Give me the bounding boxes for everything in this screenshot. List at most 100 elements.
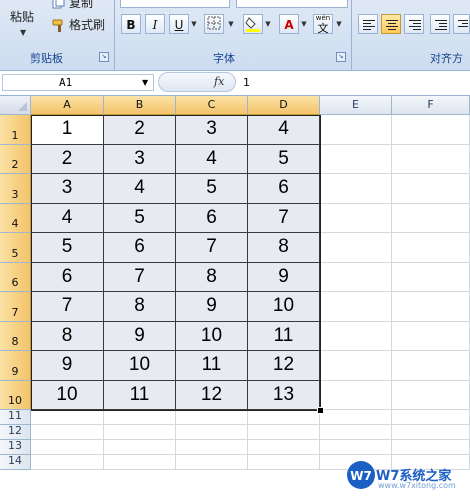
decrease-indent-button[interactable] xyxy=(430,14,450,34)
cell-e7[interactable] xyxy=(320,292,392,322)
cell-e5[interactable] xyxy=(320,233,392,263)
cell-f5[interactable] xyxy=(392,233,470,263)
cell-b4[interactable]: 5 xyxy=(104,204,176,233)
row-header-8[interactable]: 8 xyxy=(0,322,31,351)
cell-d12[interactable] xyxy=(248,425,320,440)
row-header-11[interactable]: 11 xyxy=(0,409,31,425)
phonetic-button[interactable]: wén 文 xyxy=(313,14,333,35)
cell-f7[interactable] xyxy=(392,292,470,322)
name-box-dropdown-icon[interactable]: ▼ xyxy=(142,78,148,87)
cell-a7[interactable]: 7 xyxy=(31,292,104,322)
row-header-6[interactable]: 6 xyxy=(0,263,31,292)
cell-b3[interactable]: 4 xyxy=(104,174,176,204)
cell-f2[interactable] xyxy=(392,145,470,174)
cell-f10[interactable] xyxy=(392,381,470,410)
row-header-14[interactable]: 14 xyxy=(0,454,31,470)
cell-c13[interactable] xyxy=(176,440,248,455)
cell-d8[interactable]: 11 xyxy=(248,322,320,351)
cell-a13[interactable] xyxy=(31,440,104,455)
font-size-combo[interactable] xyxy=(236,0,348,8)
cell-b7[interactable]: 8 xyxy=(104,292,176,322)
cell-d9[interactable]: 12 xyxy=(248,351,320,381)
cell-f4[interactable] xyxy=(392,204,470,233)
cell-e10[interactable] xyxy=(320,381,392,410)
cell-e8[interactable] xyxy=(320,322,392,351)
row-header-3[interactable]: 3 xyxy=(0,174,31,204)
row-header-1[interactable]: 1 xyxy=(0,115,31,145)
row-header-5[interactable]: 5 xyxy=(0,233,31,263)
row-header-13[interactable]: 13 xyxy=(0,439,31,455)
font-color-button[interactable]: A xyxy=(279,14,299,34)
select-all-button[interactable] xyxy=(0,96,31,115)
fill-color-dropdown-icon[interactable]: ▼ xyxy=(263,14,273,34)
cell-d1[interactable]: 4 xyxy=(248,115,320,145)
cell-a14[interactable] xyxy=(31,455,104,470)
formula-input[interactable]: 1 xyxy=(237,74,468,91)
cell-e12[interactable] xyxy=(320,425,392,440)
cell-a5[interactable]: 5 xyxy=(31,233,104,263)
underline-dropdown-icon[interactable]: ▼ xyxy=(189,14,199,34)
column-header-f[interactable]: F xyxy=(392,96,470,115)
cell-d11[interactable] xyxy=(248,410,320,425)
underline-button[interactable]: U xyxy=(169,14,189,34)
cell-d3[interactable]: 6 xyxy=(248,174,320,204)
cell-a10[interactable]: 10 xyxy=(31,381,104,410)
row-header-12[interactable]: 12 xyxy=(0,424,31,440)
cell-f11[interactable] xyxy=(392,410,470,425)
border-button[interactable] xyxy=(204,14,224,34)
cell-a6[interactable]: 6 xyxy=(31,263,104,292)
cell-b9[interactable]: 10 xyxy=(104,351,176,381)
cell-c12[interactable] xyxy=(176,425,248,440)
format-painter-button[interactable]: 格式刷 xyxy=(52,16,105,33)
cell-d10[interactable]: 13 xyxy=(248,381,320,410)
font-launcher-icon[interactable]: ↘ xyxy=(336,52,346,62)
cell-b5[interactable]: 6 xyxy=(104,233,176,263)
font-name-combo[interactable] xyxy=(120,0,230,8)
paste-button[interactable]: 粘贴 xyxy=(10,8,34,25)
cell-b13[interactable] xyxy=(104,440,176,455)
column-header-e[interactable]: E xyxy=(320,96,392,115)
cell-a12[interactable] xyxy=(31,425,104,440)
align-center-button[interactable] xyxy=(381,14,401,34)
phonetic-dropdown-icon[interactable]: ▼ xyxy=(334,14,344,34)
cell-b6[interactable]: 7 xyxy=(104,263,176,292)
cell-b11[interactable] xyxy=(104,410,176,425)
paste-dropdown-icon[interactable]: ▼ xyxy=(20,28,26,37)
row-header-7[interactable]: 7 xyxy=(0,292,31,322)
cell-e6[interactable] xyxy=(320,263,392,292)
copy-button[interactable]: 复制 xyxy=(52,0,93,11)
cell-a9[interactable]: 9 xyxy=(31,351,104,381)
cell-c1[interactable]: 3 xyxy=(176,115,248,145)
fill-handle[interactable] xyxy=(317,407,324,414)
increase-indent-button[interactable] xyxy=(453,14,470,34)
cell-b12[interactable] xyxy=(104,425,176,440)
formula-bar-divider[interactable] xyxy=(158,72,236,92)
cell-f12[interactable] xyxy=(392,425,470,440)
cell-c11[interactable] xyxy=(176,410,248,425)
cell-f8[interactable] xyxy=(392,322,470,351)
cell-b14[interactable] xyxy=(104,455,176,470)
cell-f9[interactable] xyxy=(392,351,470,381)
row-header-9[interactable]: 9 xyxy=(0,351,31,381)
cell-b8[interactable]: 9 xyxy=(104,322,176,351)
name-box[interactable]: A1 xyxy=(2,74,154,91)
cell-f13[interactable] xyxy=(392,440,470,455)
cell-c4[interactable]: 6 xyxy=(176,204,248,233)
cell-c3[interactable]: 5 xyxy=(176,174,248,204)
cell-a2[interactable]: 2 xyxy=(31,145,104,174)
cell-c8[interactable]: 10 xyxy=(176,322,248,351)
font-color-dropdown-icon[interactable]: ▼ xyxy=(299,14,309,34)
worksheet-grid[interactable]: ABCDEF1123422345334564456755678667897789… xyxy=(0,96,470,496)
cell-c2[interactable]: 4 xyxy=(176,145,248,174)
cell-e13[interactable] xyxy=(320,440,392,455)
cell-a1[interactable]: 1 xyxy=(31,115,104,145)
cell-c6[interactable]: 8 xyxy=(176,263,248,292)
cell-c10[interactable]: 12 xyxy=(176,381,248,410)
column-header-a[interactable]: A xyxy=(31,96,104,115)
cell-e9[interactable] xyxy=(320,351,392,381)
cell-b1[interactable]: 2 xyxy=(104,115,176,145)
cell-b10[interactable]: 11 xyxy=(104,381,176,410)
cell-c5[interactable]: 7 xyxy=(176,233,248,263)
cell-d5[interactable]: 8 xyxy=(248,233,320,263)
cell-d13[interactable] xyxy=(248,440,320,455)
